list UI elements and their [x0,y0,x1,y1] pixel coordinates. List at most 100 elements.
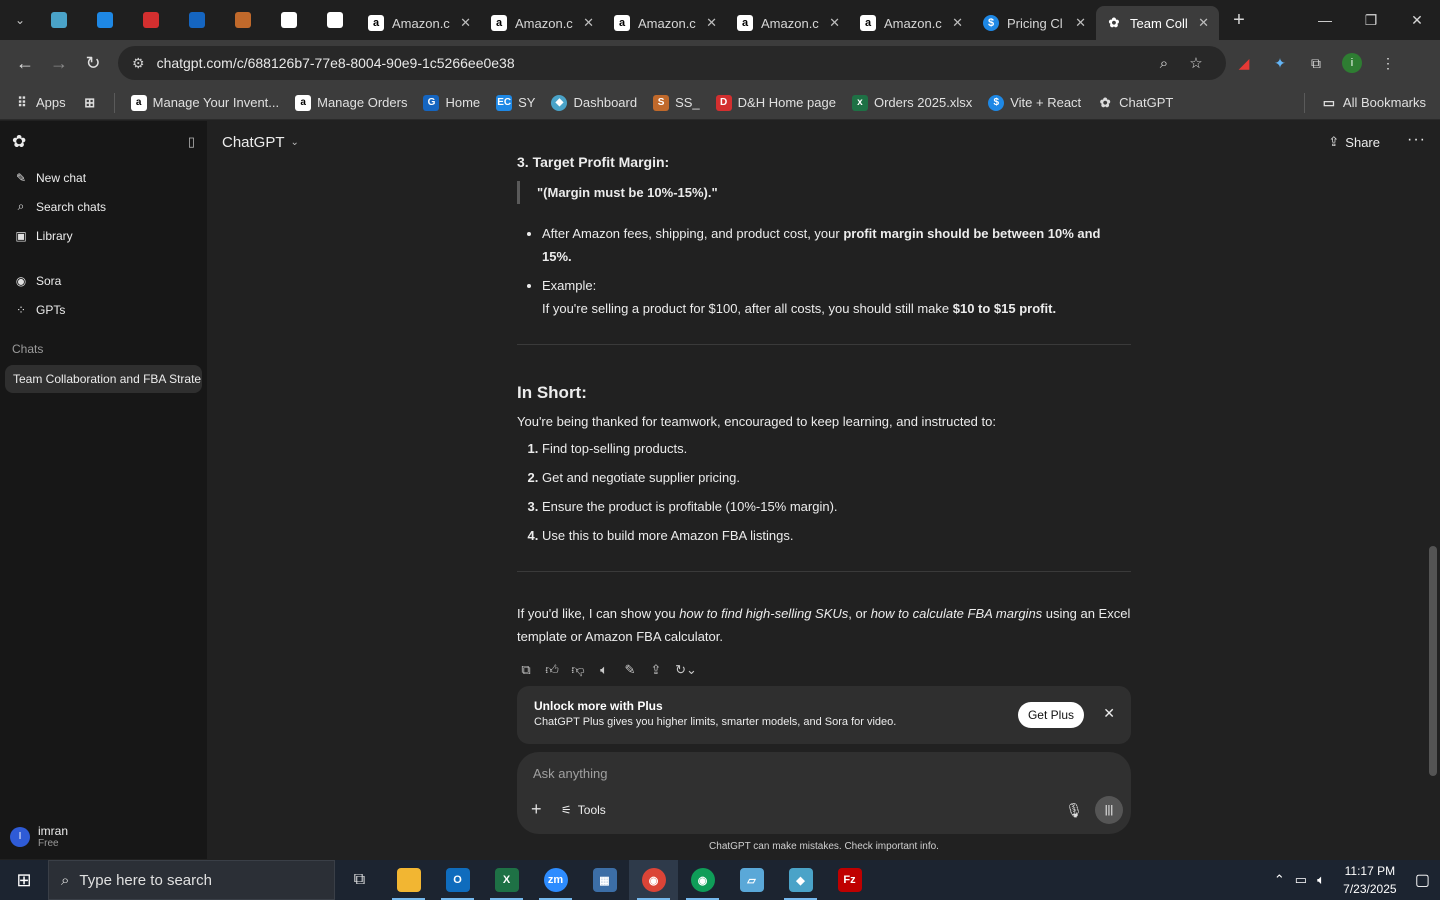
bookmark-dh-home[interactable]: D D&H Home page [715,94,836,111]
notifications-icon[interactable]: ▢ [1415,870,1430,890]
edit-icon[interactable]: ✎ [621,658,639,681]
tab-amazon-2[interactable]: a Amazon.c ✕ [481,6,604,40]
task-view-icon[interactable]: ⧉ [335,860,384,900]
browser-menu-icon[interactable]: ⋮ [1370,46,1406,80]
bookmark-orders-xlsx[interactable]: x Orders 2025.xlsx [851,94,972,111]
file-explorer-icon[interactable] [384,860,433,900]
network-icon[interactable]: ▭ [1295,872,1307,888]
bookmark-apps[interactable]: ⠿ Apps [14,95,65,111]
sidebar-item-search-chats[interactable]: ⌕ Search chats [0,192,207,221]
close-sidebar-icon[interactable]: ▯ [188,134,195,150]
chrome-icon[interactable]: ◉ [629,860,678,900]
app-diamond-icon[interactable]: ◆ [776,860,825,900]
close-icon[interactable]: ✕ [829,15,840,31]
close-icon[interactable]: ✕ [1075,15,1086,31]
minimize-icon[interactable]: — [1302,0,1348,40]
close-icon[interactable]: ✕ [1198,15,1209,31]
restore-icon[interactable]: ❐ [1348,0,1394,40]
user-account[interactable]: I imran Free [10,824,68,849]
pinned-tab-2[interactable] [82,0,128,40]
new-tab-button[interactable]: + [1223,4,1255,36]
sidebar-item-sora[interactable]: ◉ Sora [0,266,207,295]
share-button[interactable]: ⇪ Share [1328,134,1380,150]
zoom-icon[interactable]: ⌕ [1148,55,1180,72]
clock[interactable]: 11:17 PM 7/23/2025 [1335,862,1405,898]
bookmark-manage-orders[interactable]: a Manage Orders [295,94,407,111]
bookmark-vite-react[interactable]: $ Vite + React [988,94,1081,111]
regenerate-icon[interactable]: ↻⌄ [673,658,699,681]
chatgpt-logo-icon[interactable]: ✿ [12,132,26,152]
close-icon[interactable]: ✕ [583,15,594,31]
outlook-icon[interactable]: O [433,860,482,900]
user-plan: Free [38,838,59,849]
site-info-icon[interactable]: ⚙ [132,55,145,72]
volume-icon[interactable]: 🔈︎ [1317,872,1325,888]
tab-amazon-5[interactable]: a Amazon.c ✕ [850,6,973,40]
profile-icon[interactable]: i [1334,46,1370,80]
bookmark-manage-inventory[interactable]: a Manage Your Invent... [130,94,279,111]
tab-amazon-4[interactable]: a Amazon.c ✕ [727,6,850,40]
get-plus-button[interactable]: Get Plus [1017,702,1084,728]
reload-icon[interactable]: ↻ [76,46,110,80]
share-icon[interactable]: ⇪ [647,658,665,681]
tab-amazon-1[interactable]: a Amazon.c ✕ [358,6,481,40]
taskbar-search[interactable]: ⌕ Type here to search [48,860,335,900]
forward-icon[interactable]: → [42,46,76,80]
extension-blue-icon[interactable]: ✦ [1262,46,1298,80]
bookmark-ss[interactable]: S SS_ [653,94,700,111]
zoom-icon[interactable]: zm [531,860,580,900]
tools-button[interactable]: ⚟ Tools [561,803,606,817]
close-window-icon[interactable]: ✕ [1394,0,1440,40]
extension-red-icon[interactable]: ◢ [1226,46,1262,80]
extensions-puzzle-icon[interactable]: ⧉ [1298,46,1334,80]
close-icon[interactable]: ✕ [1103,705,1115,722]
filezilla-icon[interactable]: Fz [825,860,874,900]
model-selector[interactable]: ChatGPT ⌄ [222,134,299,151]
pinned-tab-6[interactable] [266,0,312,40]
close-icon[interactable]: ✕ [460,15,471,31]
url-text[interactable]: chatgpt.com/c/688126b7-77e8-8004-90e9-1c… [157,55,1148,71]
excel-icon[interactable]: X [482,860,531,900]
bookmark-dashboard[interactable]: ◆ Dashboard [551,94,637,111]
sidebar-item-library[interactable]: ▣ Library [0,221,207,250]
pinned-tab-1[interactable] [36,0,82,40]
tab-groups-icon[interactable]: ⊞ [82,95,98,111]
pinned-tab-5[interactable] [220,0,266,40]
calculator-icon[interactable]: ▦ [580,860,629,900]
all-bookmarks[interactable]: ▭ All Bookmarks [1303,92,1426,113]
read-aloud-icon[interactable]: 🔈︎ [595,658,613,681]
tab-amazon-3[interactable]: a Amazon.c ✕ [604,6,727,40]
pinned-tab-7[interactable] [312,0,358,40]
close-icon[interactable]: ✕ [706,15,717,31]
bookmark-sy[interactable]: EC SY [496,94,535,111]
voice-mode-button[interactable]: ||| [1095,796,1123,824]
sidebar-item-new-chat[interactable]: ✎ New chat [0,163,207,192]
bookmark-home[interactable]: G Home [423,94,480,111]
chatgpt-icon: ✿ [1108,15,1120,30]
chrome-profile-icon[interactable]: ◉ [678,860,727,900]
tab-search-icon[interactable]: ⌄ [4,6,36,34]
more-options-icon[interactable]: ··· [1407,131,1426,149]
windows-start-icon[interactable]: ⊞ [0,870,48,891]
pinned-tab-3[interactable] [128,0,174,40]
notepad-icon[interactable]: ▱ [727,860,776,900]
bookmark-star-icon[interactable]: ☆ [1180,54,1212,72]
bookmark-label: All Bookmarks [1342,95,1426,110]
thumbs-down-icon[interactable]: 👎︎ [569,658,587,681]
pinned-tab-4[interactable] [174,0,220,40]
scrollbar[interactable] [1429,546,1437,776]
close-icon[interactable]: ✕ [952,15,963,31]
chat-history-item[interactable]: Team Collaboration and FBA Strate... [5,365,202,393]
copy-icon[interactable]: ⧉ [517,658,535,681]
chevron-up-icon[interactable]: ⌃ [1274,872,1285,888]
prompt-input[interactable]: Ask anything [533,766,607,781]
tab-team-collab[interactable]: ✿ Team Coll ✕ [1096,6,1219,40]
add-attachment-icon[interactable]: + [531,799,542,820]
back-icon[interactable]: ← [8,46,42,80]
thumbs-up-icon[interactable]: 👍︎ [543,658,561,681]
microphone-icon[interactable]: 🎙︎ [1065,802,1083,819]
address-bar[interactable]: ⚙ chatgpt.com/c/688126b7-77e8-8004-90e9-… [118,46,1226,80]
sidebar-item-gpts[interactable]: ⁘ GPTs [0,295,207,324]
tab-pricing[interactable]: $ Pricing Cl ✕ [973,6,1096,40]
bookmark-chatgpt[interactable]: ✿ ChatGPT [1097,95,1174,111]
